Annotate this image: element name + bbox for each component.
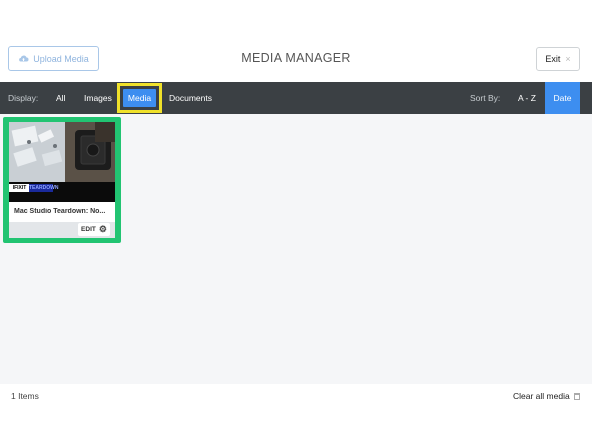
filter-documents-tab[interactable]: Documents: [169, 93, 212, 103]
media-manager-window: Upload Media MEDIA MANAGER Exit × Displa…: [0, 0, 592, 444]
trash-icon: [573, 392, 580, 400]
sort-by-label: Sort By:: [470, 93, 501, 103]
clear-all-media-button[interactable]: Clear all media: [513, 391, 580, 401]
close-icon: ×: [565, 54, 571, 64]
sort-a-z-button[interactable]: A - Z: [518, 93, 536, 103]
footer-bar: 1 Items Clear all media: [0, 384, 592, 406]
gear-icon: ⚙: [98, 224, 107, 234]
edit-button[interactable]: EDIT ⚙: [78, 223, 110, 236]
filter-media-tab[interactable]: Media: [123, 89, 156, 107]
exit-button[interactable]: Exit ×: [536, 47, 580, 71]
filter-images-tab[interactable]: Images: [84, 93, 112, 103]
media-title: Mac Studio Teardown: No...: [14, 208, 106, 215]
item-count: 1 Items: [11, 391, 39, 401]
page-title: MEDIA MANAGER: [241, 51, 351, 65]
display-toolbar: Display: All Images Documents Sort By: A…: [0, 82, 592, 114]
media-card[interactable]: IFIXIT TEARDOWN Mac Studio Teardown: No.…: [9, 122, 115, 238]
media-tab-highlight: Media: [117, 83, 162, 113]
media-card-footer: EDIT ⚙: [9, 222, 115, 238]
header: Upload Media MEDIA MANAGER Exit ×: [0, 0, 592, 82]
edit-label: EDIT: [81, 226, 96, 233]
thumb-brand: IFIXIT: [12, 185, 27, 191]
exit-label: Exit: [545, 54, 561, 64]
thumb-tag: TEARDOWN: [29, 185, 59, 191]
media-thumbnail[interactable]: IFIXIT TEARDOWN: [9, 122, 115, 202]
filter-all-tab[interactable]: All: [56, 93, 65, 103]
clear-all-media-label: Clear all media: [513, 391, 570, 401]
display-label: Display:: [8, 93, 39, 103]
sort-date-button[interactable]: Date: [545, 82, 580, 114]
